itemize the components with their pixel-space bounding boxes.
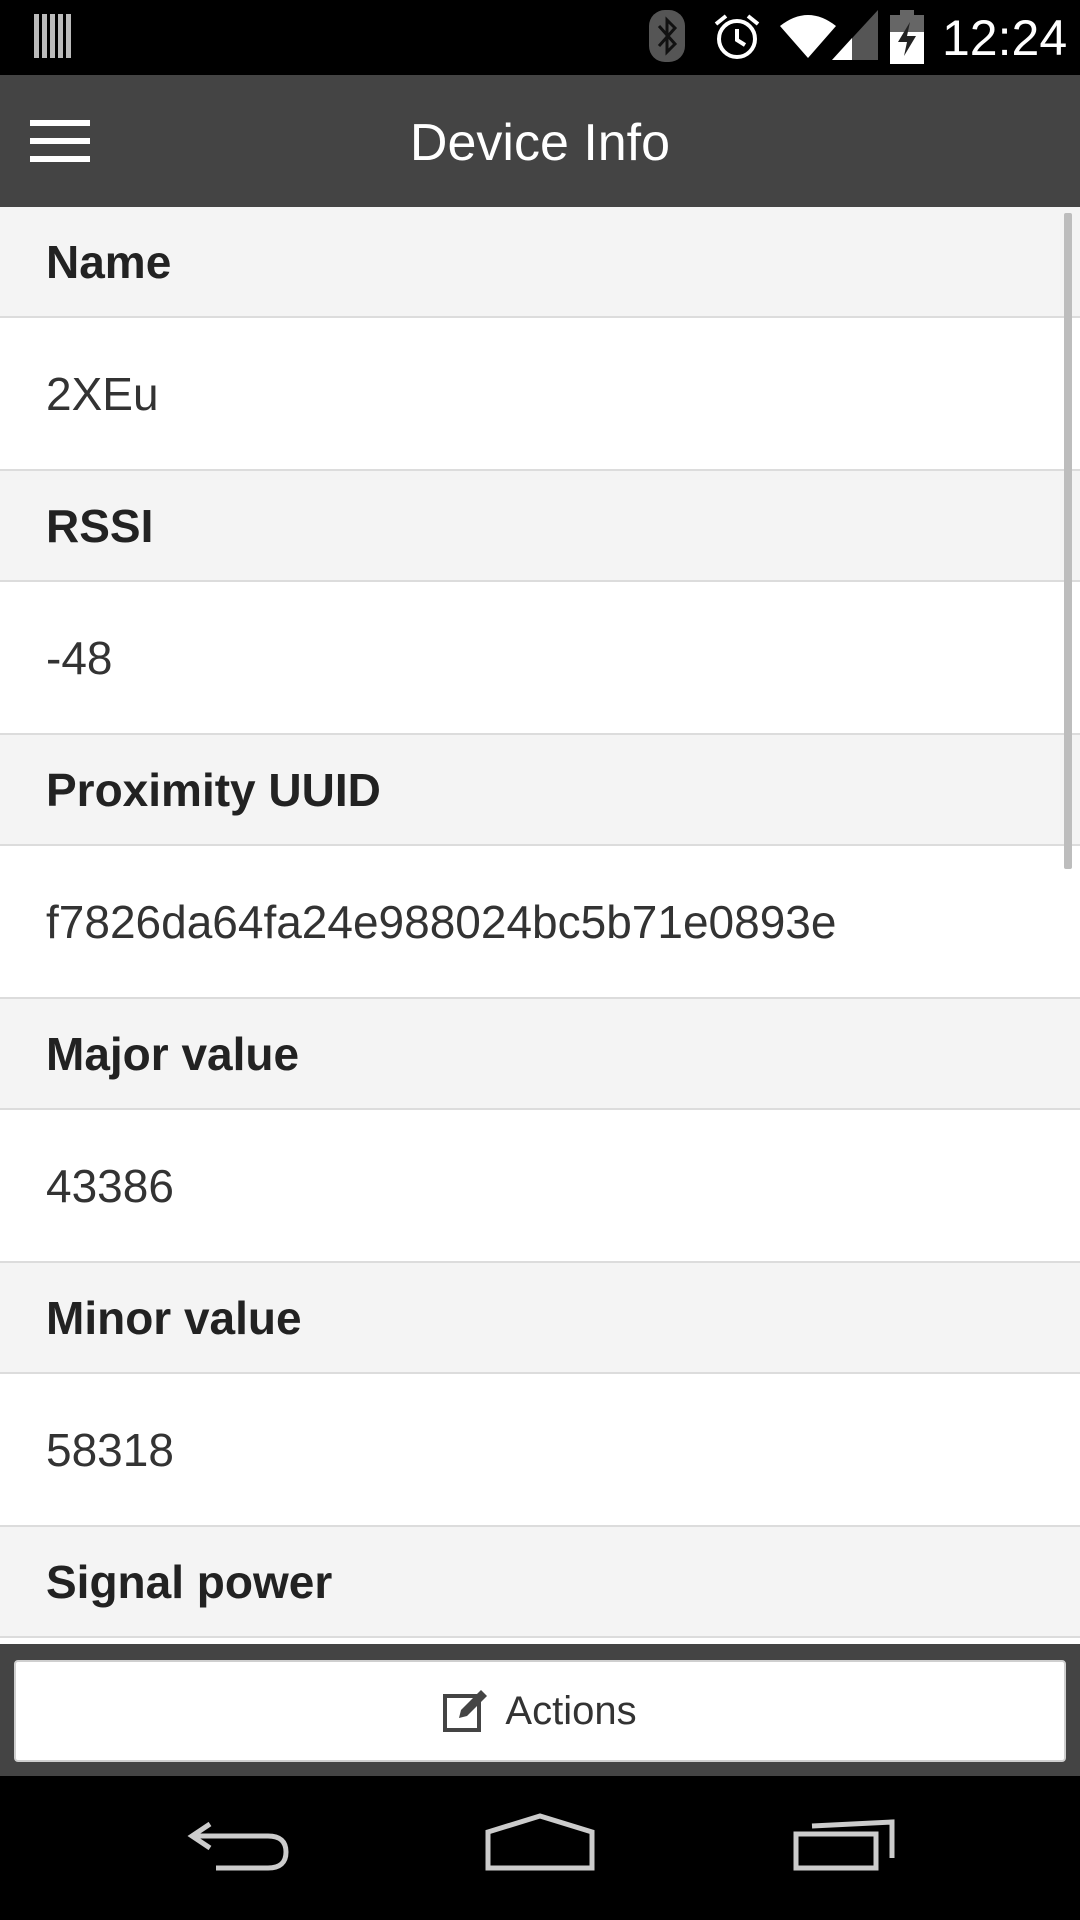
field-value-rssi: -48 — [0, 582, 1080, 735]
notification-barcode-icon — [34, 12, 74, 65]
status-clock: 12:24 — [942, 10, 1068, 66]
field-label-major-value: Major value — [0, 999, 1080, 1110]
status-bar: 12:24 — [0, 0, 1080, 75]
scrollbar[interactable] — [1064, 213, 1072, 869]
home-button[interactable] — [484, 1812, 596, 1877]
recents-icon — [793, 1819, 895, 1871]
field-label-proximity-uuid: Proximity UUID — [0, 735, 1080, 846]
field-value-name: 2XEu — [0, 318, 1080, 471]
edit-icon — [443, 1690, 488, 1732]
actions-label: Actions — [505, 1688, 637, 1733]
field-label-rssi: RSSI — [0, 471, 1080, 582]
bluetooth-icon — [649, 10, 685, 67]
back-icon — [187, 1821, 289, 1871]
field-value-minor-value: 58318 — [0, 1374, 1080, 1527]
page-title: Device Info — [409, 114, 671, 172]
back-button[interactable] — [186, 1812, 290, 1877]
field-value-major-value: 43386 — [0, 1110, 1080, 1263]
app-bar: Device Info — [0, 75, 1080, 207]
field-label-minor-value: Minor value — [0, 1263, 1080, 1374]
cell-signal-icon — [832, 10, 878, 65]
alarm-icon — [712, 12, 762, 67]
device-info-list[interactable]: Name 2XEu RSSI -48 Proximity UUID f7826d… — [0, 207, 1080, 1644]
field-label-name: Name — [0, 207, 1080, 318]
recents-button[interactable] — [792, 1812, 896, 1877]
actions-bar: Actions — [0, 1644, 1080, 1776]
field-value-proximity-uuid: f7826da64fa24e988024bc5b71e0893e — [0, 846, 1080, 999]
battery-charging-icon — [890, 10, 924, 69]
actions-button[interactable]: Actions — [14, 1660, 1066, 1762]
system-nav-bar — [0, 1776, 1080, 1920]
home-icon — [485, 1813, 595, 1871]
wifi-icon — [780, 12, 836, 63]
field-label-signal-power: Signal power — [0, 1527, 1080, 1638]
